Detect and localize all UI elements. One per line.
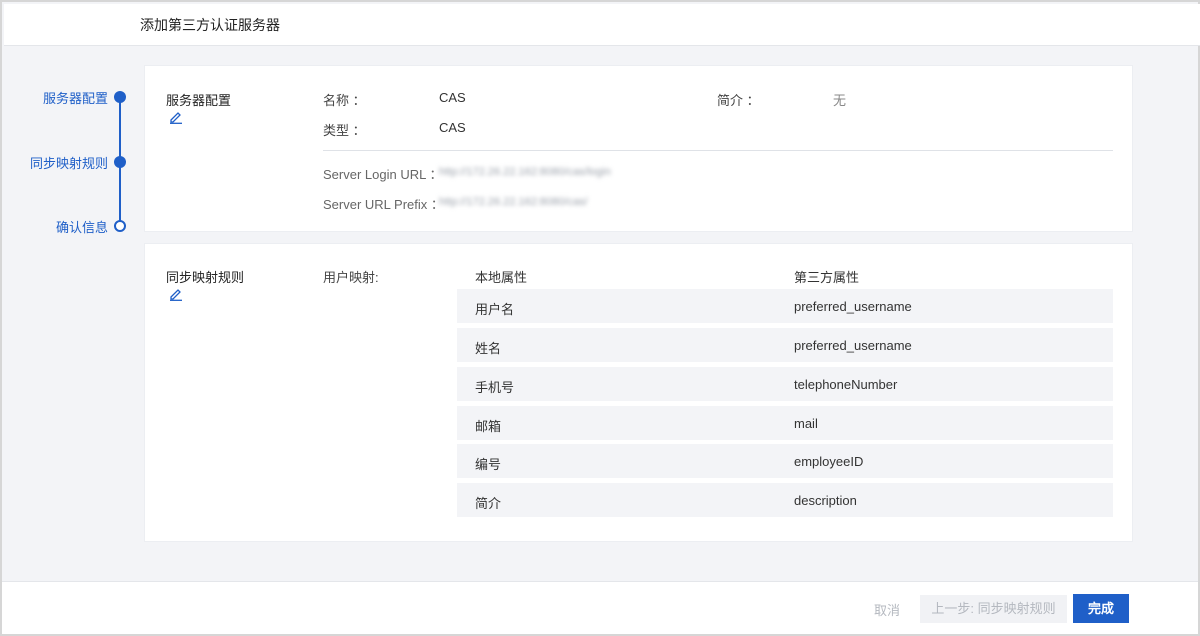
local-attr: 用户名	[475, 302, 515, 317]
sync-rules-card: 同步映射规则 用户映射: 本地属性 第三方属性 用户名 preferred_us…	[144, 243, 1133, 542]
col-third-header: 第三方属性	[794, 270, 860, 285]
login-url-label: Server Login URL ：	[323, 167, 443, 182]
step-sync-rules[interactable]: 同步映射规则	[0, 150, 130, 174]
dialog-footer: 取消 上一步: 同步映射规则 完成	[2, 581, 1198, 634]
table-row: 姓名 preferred_username	[457, 328, 1113, 362]
dialog-title: 添加第三方认证服务器	[140, 17, 280, 33]
step-dot-hollow	[114, 220, 126, 232]
section-title: 同步映射规则	[166, 270, 245, 285]
step-dot-filled	[114, 91, 126, 103]
user-mapping-label: 用户映射:	[323, 270, 379, 285]
url-prefix-label: Server URL Prefix ：	[323, 197, 444, 212]
step-server-config[interactable]: 服务器配置	[0, 85, 130, 109]
edit-icon[interactable]	[169, 110, 183, 124]
table-row: 简介 description	[457, 483, 1113, 517]
third-attr: employeeID	[794, 454, 864, 469]
done-button[interactable]: 完成	[1073, 594, 1129, 623]
name-value: CAS	[439, 90, 466, 105]
third-attr: description	[794, 493, 857, 508]
divider	[323, 150, 1113, 151]
step-confirm[interactable]: 确认信息	[0, 214, 130, 238]
local-attr: 手机号	[475, 380, 515, 395]
login-url-value: http://172.26.22.162:8080/cas/login	[439, 166, 611, 178]
local-attr: 姓名	[475, 341, 502, 356]
wizard-steps: 服务器配置 同步映射规则 确认信息	[0, 85, 130, 245]
step-label: 同步映射规则	[29, 156, 108, 171]
third-attr: preferred_username	[794, 299, 912, 314]
type-label: 类型 ：	[323, 123, 366, 138]
local-attr: 邮箱	[475, 419, 502, 434]
step-label: 确认信息	[55, 220, 108, 235]
section-title: 服务器配置	[166, 93, 232, 108]
cancel-button[interactable]: 取消	[862, 596, 912, 622]
table-row: 用户名 preferred_username	[457, 289, 1113, 323]
table-row: 手机号 telephoneNumber	[457, 367, 1113, 401]
third-attr: telephoneNumber	[794, 377, 898, 392]
name-label: 名称 ：	[323, 93, 366, 108]
third-attr: mail	[794, 416, 818, 431]
dialog-header: 添加第三方认证服务器	[4, 4, 1200, 46]
table-row: 邮箱 mail	[457, 406, 1113, 440]
edit-icon[interactable]	[169, 287, 183, 301]
table-row: 编号 employeeID	[457, 444, 1113, 478]
desc-label: 简介 ：	[717, 93, 760, 108]
server-config-card: 服务器配置 名称 ： CAS 简介 ： 无 类型 ： CAS Server Lo…	[144, 65, 1133, 232]
local-attr: 简介	[475, 496, 502, 511]
step-label: 服务器配置	[42, 91, 108, 106]
third-attr: preferred_username	[794, 338, 912, 353]
local-attr: 编号	[475, 457, 502, 472]
step-dot-filled	[114, 156, 126, 168]
desc-value: 无	[833, 93, 847, 108]
prev-step-button[interactable]: 上一步: 同步映射规则	[920, 595, 1067, 623]
col-local-header: 本地属性	[475, 270, 528, 285]
type-value: CAS	[439, 120, 466, 135]
url-prefix-value: http://172.26.22.162:8080/cas/	[439, 196, 588, 208]
